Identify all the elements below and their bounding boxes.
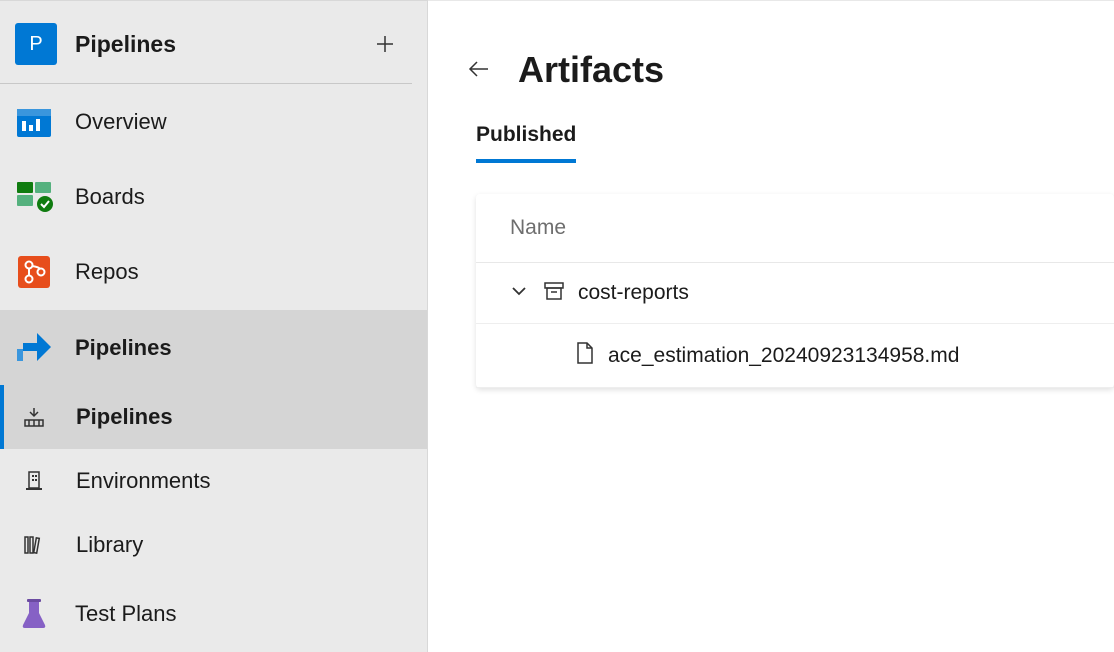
sidebar: P Pipelines Overview (0, 0, 428, 652)
sidebar-subitem-library[interactable]: Library (0, 513, 427, 577)
sidebar-subitem-label: Library (76, 532, 143, 558)
artifact-table-header: Name (476, 194, 1114, 263)
project-header: P Pipelines (0, 1, 412, 84)
archive-icon (544, 282, 564, 305)
column-header-name[interactable]: Name (510, 216, 1114, 240)
environments-icon (22, 469, 46, 493)
sidebar-item-repos[interactable]: Repos (0, 235, 427, 310)
sidebar-subitem-label: Pipelines (76, 404, 173, 430)
artifact-file-row[interactable]: ace_estimation_20240923134958.md (476, 324, 1114, 388)
sidebar-subitem-label: Environments (76, 468, 211, 494)
arrow-left-icon (468, 60, 490, 78)
sidebar-item-boards[interactable]: Boards (0, 159, 427, 234)
sidebar-item-label: Repos (75, 259, 139, 285)
sidebar-item-label: Boards (75, 184, 145, 210)
pipelines-sub-icon (22, 405, 46, 429)
plus-icon (375, 34, 395, 54)
artifact-folder-name: cost-reports (578, 281, 689, 305)
boards-icon (15, 178, 53, 216)
sidebar-item-pipelines[interactable]: Pipelines (0, 310, 427, 385)
sidebar-item-test-plans[interactable]: Test Plans (0, 577, 427, 652)
main-content: Artifacts Published Name cost-reports (428, 0, 1114, 652)
add-button[interactable] (373, 32, 397, 56)
chevron-down-icon (510, 282, 528, 305)
pipelines-icon (15, 329, 53, 367)
sidebar-item-label: Test Plans (75, 601, 177, 627)
artifact-file-name: ace_estimation_20240923134958.md (608, 344, 959, 368)
library-icon (22, 533, 46, 557)
test-plans-icon (15, 595, 53, 633)
project-name[interactable]: Pipelines (75, 31, 373, 58)
sidebar-item-overview[interactable]: Overview (0, 84, 427, 159)
page-header: Artifacts (428, 49, 1114, 91)
back-button[interactable] (468, 60, 488, 80)
sidebar-item-label: Overview (75, 109, 167, 135)
tab-published[interactable]: Published (476, 123, 576, 163)
overview-icon (15, 103, 53, 141)
artifact-folder-row[interactable]: cost-reports (476, 263, 1114, 324)
sidebar-subitem-pipelines[interactable]: Pipelines (0, 385, 427, 449)
repos-icon (15, 253, 53, 291)
file-icon (576, 342, 594, 369)
sidebar-item-label: Pipelines (75, 335, 172, 361)
tabs: Published (428, 123, 1114, 164)
project-avatar[interactable]: P (15, 23, 57, 65)
page-title: Artifacts (518, 49, 664, 91)
sidebar-subitem-environments[interactable]: Environments (0, 449, 427, 513)
artifact-card: Name cost-reports (476, 194, 1114, 388)
